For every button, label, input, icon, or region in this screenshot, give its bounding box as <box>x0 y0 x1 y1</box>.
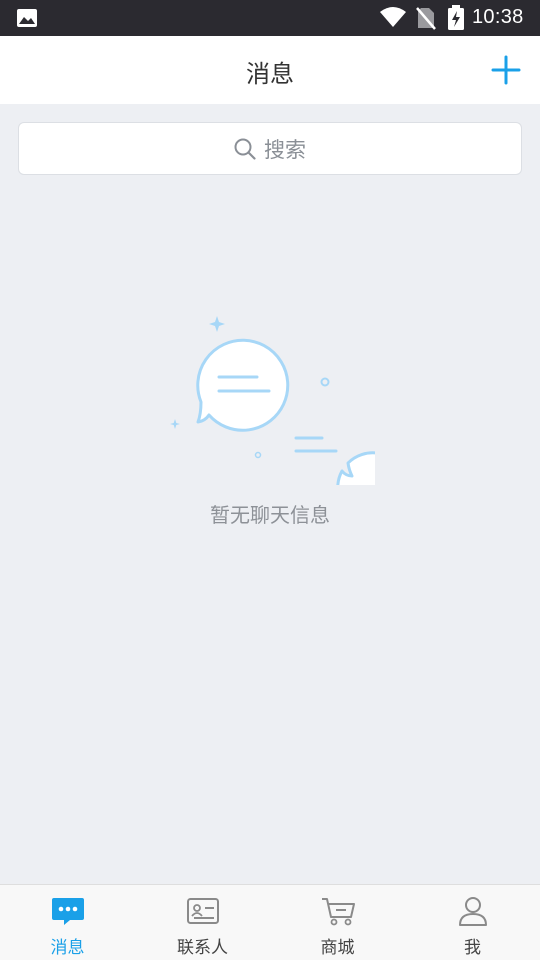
app-header: 消息 <box>0 36 540 104</box>
search-bar[interactable]: 搜索 <box>18 122 522 175</box>
empty-state-message: 暂无聊天信息 <box>210 503 330 527</box>
bottom-tab-bar: 消息 联系人 商城 我 <box>0 884 540 960</box>
tab-label: 消息 <box>50 938 85 958</box>
gallery-notification-icon <box>17 9 37 27</box>
battery-charging-icon <box>448 5 464 30</box>
status-time: 10:38 <box>472 6 524 28</box>
tab-label: 我 <box>464 938 481 958</box>
search-placeholder-row: 搜索 <box>19 123 521 174</box>
shopping-cart-icon <box>321 898 355 926</box>
chat-bubbles-illustration-icon <box>170 316 375 485</box>
status-bar: 10:38 <box>0 0 540 36</box>
tab-label: 商城 <box>320 938 355 958</box>
no-sim-icon <box>416 7 436 30</box>
plus-icon <box>491 55 521 85</box>
page-title: 消息 <box>246 60 294 88</box>
add-button[interactable] <box>490 54 522 86</box>
tab-messages[interactable]: 消息 <box>0 885 135 960</box>
wifi-icon <box>380 7 406 27</box>
tab-contacts[interactable]: 联系人 <box>135 885 270 960</box>
tab-mall[interactable]: 商城 <box>270 885 405 960</box>
tab-label: 联系人 <box>177 938 228 958</box>
search-icon <box>234 138 256 160</box>
chat-bubble-icon <box>51 898 84 925</box>
person-icon <box>458 897 487 926</box>
contact-card-icon <box>186 898 219 924</box>
search-placeholder: 搜索 <box>264 137 306 162</box>
tab-me[interactable]: 我 <box>405 885 540 960</box>
